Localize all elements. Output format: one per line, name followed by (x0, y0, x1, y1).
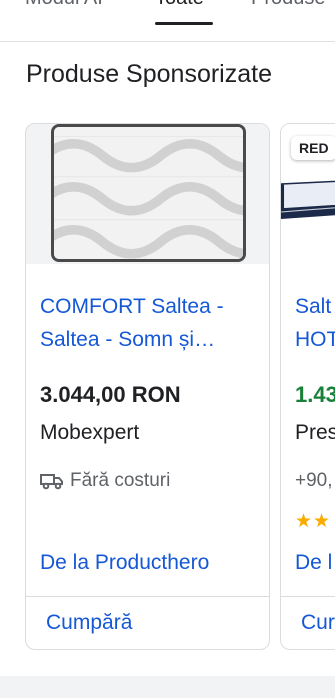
category-tabs: Modul AI Toate Produse (0, 0, 335, 42)
product-card[interactable]: COMFORT Saltea - Saltea - Somn și… 3.044… (25, 123, 270, 650)
mattress-image (51, 124, 246, 262)
product-image-area[interactable]: RED (281, 124, 335, 264)
shipping-info: Fără costuri (40, 470, 170, 492)
product-card[interactable]: RED Salt HOT 1.43 Pres +90, ★★ De l Cur (280, 123, 335, 650)
shipping-info: +90, (295, 470, 333, 491)
selected-tab-indicator (155, 22, 213, 25)
truck-icon (40, 474, 63, 490)
sale-badge: RED (291, 136, 335, 160)
product-image-area[interactable] (26, 124, 269, 264)
section-separator (0, 676, 335, 698)
product-price: 1.43 (295, 382, 335, 407)
buy-button[interactable]: Cur (301, 611, 335, 635)
sponsored-products-carousel[interactable]: COMFORT Saltea - Saltea - Somn și… 3.044… (0, 120, 335, 656)
tab-ai-mode[interactable]: Modul AI (25, 0, 103, 10)
section-title: Produse Sponsorizate (26, 60, 272, 88)
rating-stars: ★★ (295, 511, 332, 532)
seller-name: Pres (295, 421, 335, 444)
shipping-text: Fără costuri (70, 470, 171, 491)
tab-products[interactable]: Produse (251, 0, 326, 10)
card-divider (281, 596, 335, 597)
product-title-link[interactable]: COMFORT Saltea - Saltea - Somn și… (40, 290, 260, 356)
card-divider (26, 596, 269, 597)
tab-all[interactable]: Toate (155, 0, 204, 10)
merchant-link[interactable]: De la Producthero (40, 551, 209, 575)
mattress-image (281, 180, 335, 219)
product-title-link[interactable]: Salt HOT (295, 290, 335, 356)
merchant-link[interactable]: De l (295, 551, 332, 575)
buy-button[interactable]: Cumpără (46, 611, 132, 635)
product-price: 3.044,00 RON (40, 382, 181, 407)
seller-name: Mobexpert (40, 421, 140, 444)
